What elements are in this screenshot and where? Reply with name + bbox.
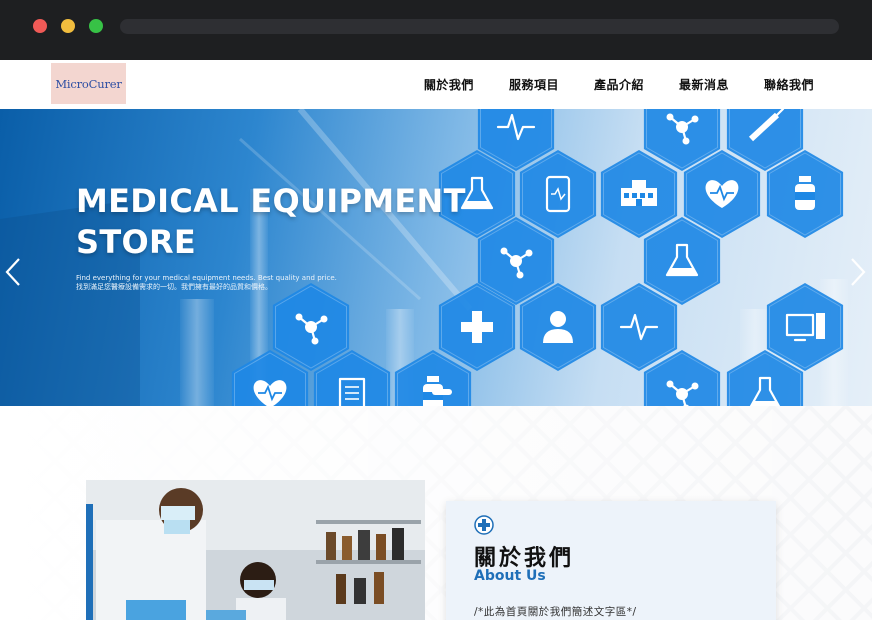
nav-item-products[interactable]: 產品介紹	[594, 76, 644, 93]
nav-item-about[interactable]: 關於我們	[424, 76, 474, 93]
browser-chrome	[0, 0, 872, 60]
about-subtitle: About Us	[474, 568, 546, 584]
hero-title: MEDICAL EQUIPMENT STORE	[76, 181, 466, 263]
site-header: MicroCurer 關於我們 服務項目 產品介紹 最新消息 聯絡我們	[0, 60, 872, 109]
slide-indicator[interactable]	[432, 389, 452, 395]
about-lab-photo	[86, 480, 425, 620]
logo-text: MicroCurer	[55, 76, 122, 91]
site-logo[interactable]: MicroCurer	[51, 63, 126, 104]
hero-subtitle-zh: 找到滿足您醫療設備需求的一切。我們擁有最好的品質和價格。	[76, 283, 272, 291]
hero-title-line1: MEDICAL EQUIPMENT	[76, 182, 466, 220]
hospital-hex-icon	[600, 150, 678, 238]
chevron-left-icon[interactable]	[5, 257, 21, 287]
main-nav: 關於我們 服務項目 產品介紹 最新消息 聯絡我們	[424, 60, 814, 109]
hero-subtitle-en: Find everything for your medical equipme…	[76, 274, 337, 282]
hero-subtitle: Find everything for your medical equipme…	[76, 274, 337, 292]
window-close-button[interactable]	[33, 19, 47, 33]
hero-title-line2: STORE	[76, 223, 197, 261]
nav-item-services[interactable]: 服務項目	[509, 76, 559, 93]
window-minimize-button[interactable]	[61, 19, 75, 33]
address-bar[interactable]	[120, 19, 839, 34]
nav-item-contact[interactable]: 聯絡我們	[764, 76, 814, 93]
medical-cross-icon	[474, 515, 494, 535]
about-card: 關於我們 About Us /*此為首頁關於我們簡述文字區*/	[446, 501, 776, 620]
hero-banner: MEDICAL EQUIPMENT STORE Find everything …	[0, 109, 872, 406]
molecule-hex-icon-3	[272, 283, 350, 371]
window-maximize-button[interactable]	[89, 19, 103, 33]
about-section: 關於我們 About Us /*此為首頁關於我們簡述文字區*/	[0, 406, 872, 620]
heartbeat-hex-icon-2	[600, 283, 678, 371]
doctor-hex-icon	[519, 283, 597, 371]
chevron-right-icon[interactable]	[850, 257, 866, 287]
tablet-pulse-hex-icon	[519, 150, 597, 238]
about-body-text: /*此為首頁關於我們簡述文字區*/	[474, 606, 637, 618]
nav-item-news[interactable]: 最新消息	[679, 76, 729, 93]
